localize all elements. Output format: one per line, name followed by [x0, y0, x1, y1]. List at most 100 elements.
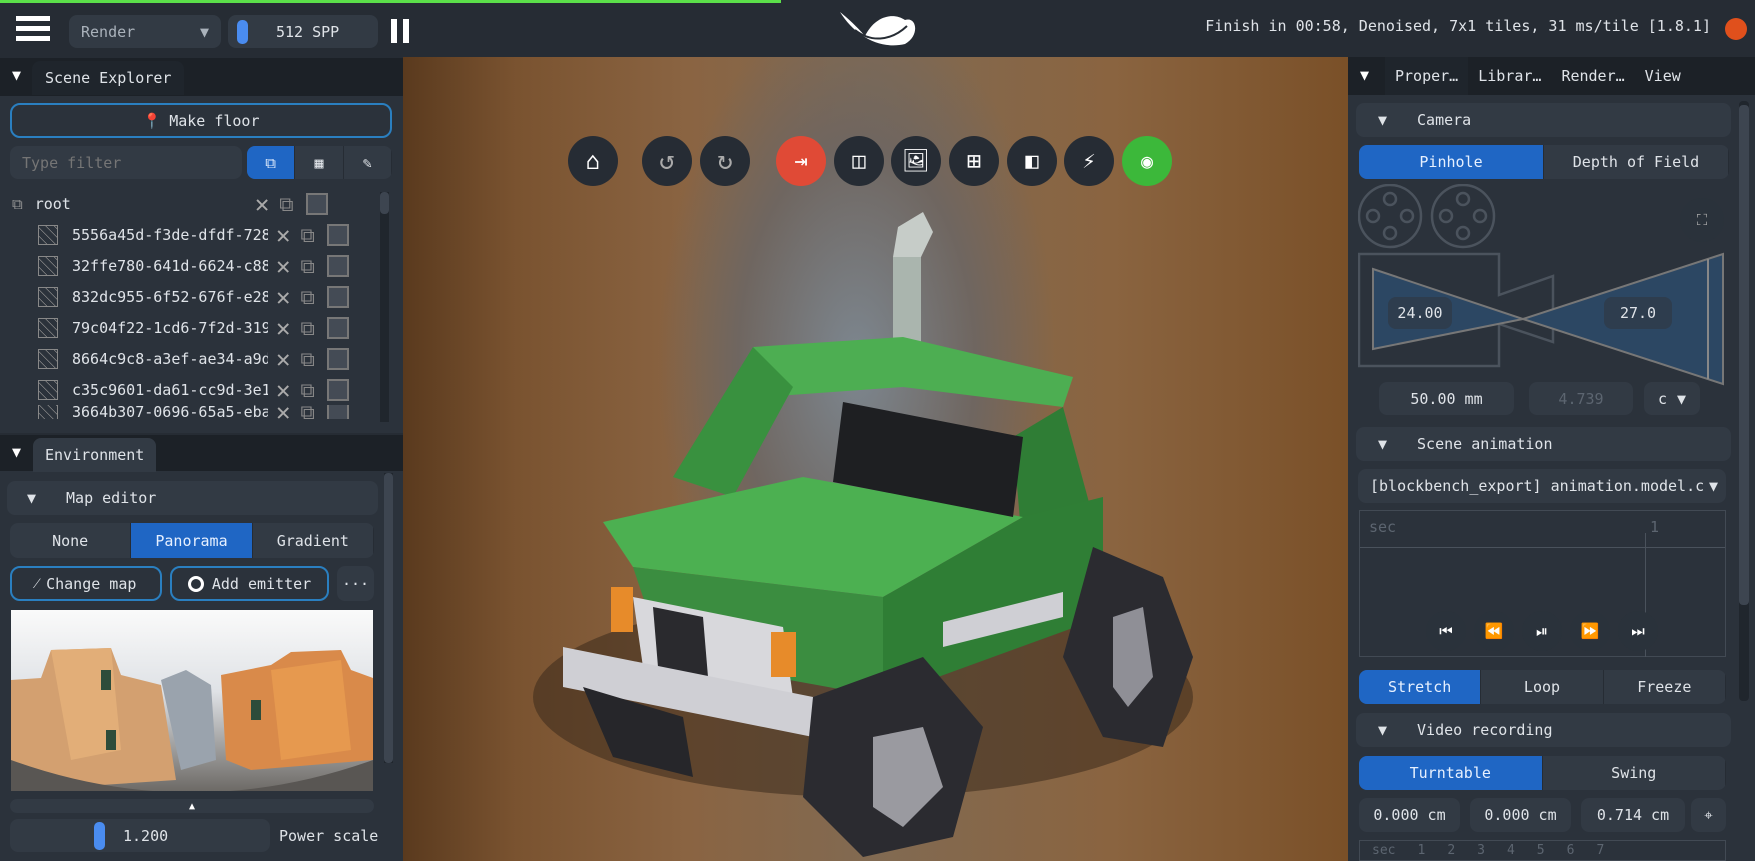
tree-item[interactable]: 832dc955-6f52-676f-e28 ✕ ⧉: [0, 281, 380, 312]
visibility-toggle[interactable]: [326, 347, 349, 370]
tree-item[interactable]: 8664c9c8-a3ef-ae34-a9d ✕ ⧉: [0, 343, 380, 374]
undo-button[interactable]: ↺: [642, 136, 692, 186]
tab-scene-explorer[interactable]: Scene Explorer: [32, 61, 185, 95]
grid-view-icon[interactable]: ▦: [295, 146, 344, 179]
collapse-preview-button[interactable]: ▲: [10, 799, 374, 813]
skip-end-button[interactable]: ⏭: [1618, 611, 1658, 651]
pivot-x-field[interactable]: 0.000 cm: [1359, 798, 1460, 832]
duplicate-icon[interactable]: ⧉: [300, 285, 314, 309]
animation-clip-dropdown[interactable]: [blockbench_export] animation.model.c ▼: [1358, 469, 1726, 503]
visibility-toggle[interactable]: [326, 285, 349, 308]
play-button[interactable]: ⏯: [1522, 611, 1562, 651]
light-view-icon[interactable]: ✎: [344, 146, 392, 179]
pause-button[interactable]: [391, 19, 409, 43]
pivot-y-field[interactable]: 0.000 cm: [1470, 798, 1571, 832]
camera-section-header[interactable]: ▼ Camera: [1356, 103, 1731, 137]
split-view-button[interactable]: ◧: [1007, 136, 1057, 186]
mode-dropdown[interactable]: Render ▼: [69, 15, 221, 48]
mode-pinhole[interactable]: Pinhole: [1359, 145, 1544, 179]
pivot-z-field[interactable]: 0.714 cm: [1581, 798, 1685, 832]
sensor-size-field[interactable]: 24.00: [1388, 297, 1452, 329]
collapse-icon[interactable]: ▼: [12, 66, 21, 84]
tab-view[interactable]: View: [1635, 67, 1691, 85]
redo-button[interactable]: ↻: [700, 136, 750, 186]
delete-icon[interactable]: ✕: [255, 190, 269, 218]
mode-panorama[interactable]: Panorama: [131, 523, 253, 558]
tree-view-icon[interactable]: ⧉: [247, 146, 296, 179]
render-viewport[interactable]: ⌂ ↺ ↻ ⇥ ◫ 🖼 ⊞ ◧ ⚡ ◉: [403, 57, 1348, 861]
tree-item[interactable]: 79c04f22-1cd6-7f2d-319 ✕ ⧉: [0, 312, 380, 343]
duplicate-icon[interactable]: ⧉: [300, 378, 314, 402]
duplicate-icon[interactable]: ⧉: [300, 316, 314, 340]
light-tool-button[interactable]: ⚡: [1064, 136, 1114, 186]
change-map-button[interactable]: ⁄ Change map: [10, 566, 162, 601]
layout-panel-button[interactable]: ◫: [834, 136, 884, 186]
visibility-toggle[interactable]: [326, 378, 349, 401]
duplicate-icon[interactable]: ⧉: [300, 223, 314, 247]
visibility-toggle[interactable]: [326, 223, 349, 246]
import-button[interactable]: ⇥: [776, 136, 826, 186]
collapse-icon[interactable]: ▼: [1360, 66, 1369, 84]
rewind-button[interactable]: ⏪: [1474, 611, 1514, 651]
tree-item[interactable]: 3664b307-0696-65a5-eba ✕ ⧉: [0, 405, 380, 419]
menu-icon[interactable]: [16, 16, 50, 42]
slider-handle[interactable]: [237, 19, 248, 44]
visibility-toggle[interactable]: [326, 405, 349, 419]
home-button[interactable]: ⌂: [568, 136, 618, 186]
mode-loop[interactable]: Loop: [1481, 670, 1604, 704]
add-emitter-button[interactable]: Add emitter: [170, 566, 329, 601]
fast-forward-button[interactable]: ⏩: [1570, 611, 1610, 651]
skip-start-icon: ⏮: [1439, 622, 1453, 640]
fov-field[interactable]: 27.0: [1604, 297, 1672, 329]
video-recording-header[interactable]: ▼ Video recording: [1356, 713, 1731, 747]
power-scale-slider[interactable]: 1.200: [10, 819, 270, 852]
pick-pivot-button[interactable]: ⌖: [1691, 798, 1726, 832]
animation-timeline[interactable]: sec 1 ⏮ ⏪ ⏯ ⏩ ⏭: [1359, 510, 1726, 657]
tree-item[interactable]: c35c9601-da61-cc9d-3e1 ✕ ⧉: [0, 374, 380, 405]
image-menu-button[interactable]: 🖼: [891, 136, 941, 186]
unit-dropdown[interactable]: c ▼: [1644, 382, 1700, 415]
mode-gradient[interactable]: Gradient: [253, 523, 374, 558]
map-editor-header[interactable]: ▼ Map editor: [7, 481, 378, 515]
filter-input[interactable]: [10, 146, 242, 179]
slider-handle[interactable]: [94, 821, 105, 850]
visibility-toggle[interactable]: [326, 316, 349, 339]
duplicate-icon[interactable]: ⧉: [279, 192, 293, 216]
delete-icon[interactable]: ✕: [276, 283, 290, 311]
delete-icon[interactable]: ✕: [276, 345, 290, 373]
tab-environment[interactable]: Environment: [33, 438, 157, 472]
mode-stretch[interactable]: Stretch: [1359, 670, 1482, 704]
focal-length-field[interactable]: 50.00 mm: [1379, 382, 1514, 415]
visibility-toggle[interactable]: [326, 254, 349, 277]
mode-depth-of-field[interactable]: Depth of Field: [1544, 145, 1729, 179]
grid-layout-button[interactable]: ⊞: [949, 136, 999, 186]
tab-properties[interactable]: Proper…: [1385, 57, 1469, 95]
make-floor-button[interactable]: 📍 Make floor: [10, 103, 392, 138]
delete-icon[interactable]: ✕: [276, 252, 290, 280]
tab-library[interactable]: Librar…: [1468, 67, 1551, 85]
tree-item[interactable]: 32ffe780-641d-6624-c88 ✕ ⧉: [0, 250, 380, 281]
tree-item[interactable]: 5556a45d-f3de-dfdf-728 ✕ ⧉: [0, 219, 380, 250]
more-button[interactable]: ···: [337, 566, 374, 601]
delete-icon[interactable]: ✕: [276, 221, 290, 249]
mode-freeze[interactable]: Freeze: [1604, 670, 1726, 704]
duplicate-icon[interactable]: ⧉: [300, 405, 314, 419]
skip-start-button[interactable]: ⏮: [1426, 611, 1466, 651]
mode-turntable[interactable]: Turntable: [1359, 756, 1543, 790]
video-timeline[interactable]: sec 1 2 3 4 5 6 7: [1359, 840, 1726, 861]
tab-render[interactable]: Render…: [1551, 67, 1634, 85]
mode-none[interactable]: None: [10, 523, 132, 558]
visibility-toggle[interactable]: [305, 192, 328, 215]
tree-root[interactable]: ⧉ root ✕ ⧉: [0, 188, 380, 219]
fullscreen-frame-button[interactable]: ⛶: [1680, 198, 1724, 242]
spp-slider[interactable]: 512 SPP: [228, 15, 378, 48]
delete-icon[interactable]: ✕: [276, 405, 290, 419]
discord-button[interactable]: ◉: [1122, 136, 1172, 186]
mode-swing[interactable]: Swing: [1543, 756, 1726, 790]
delete-icon[interactable]: ✕: [276, 314, 290, 342]
duplicate-icon[interactable]: ⧉: [300, 347, 314, 371]
duplicate-icon[interactable]: ⧉: [300, 254, 314, 278]
scene-animation-header[interactable]: ▼ Scene animation: [1356, 427, 1731, 461]
collapse-icon[interactable]: ▼: [12, 443, 21, 461]
delete-icon[interactable]: ✕: [276, 376, 290, 404]
